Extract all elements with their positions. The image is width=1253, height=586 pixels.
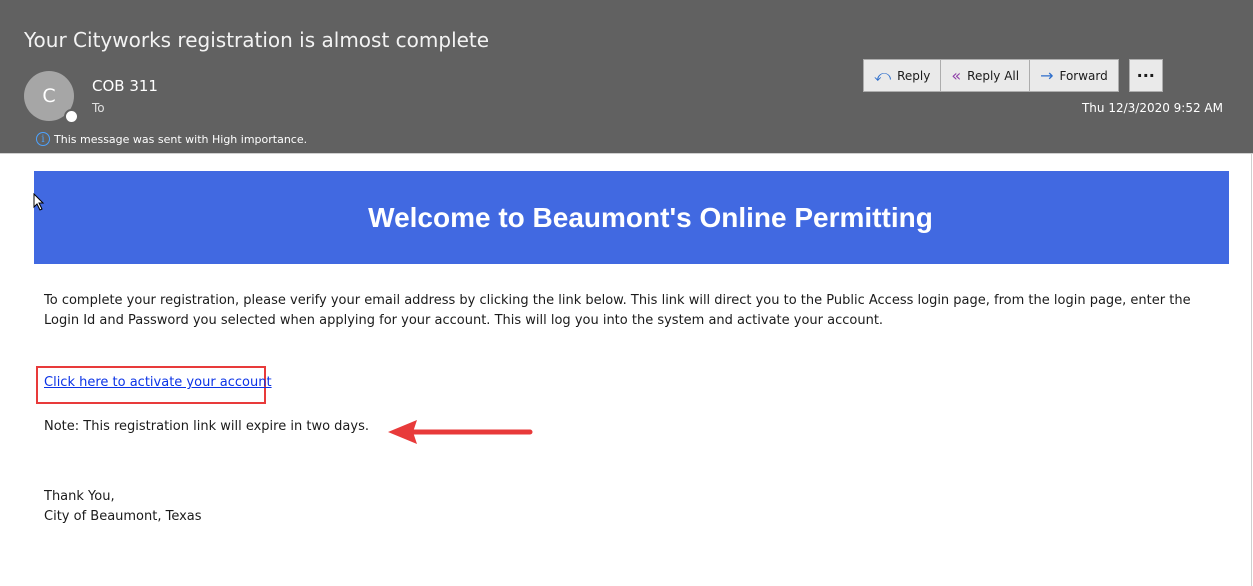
presence-status-icon (64, 109, 79, 124)
importance-notice: i This message was sent with High import… (36, 131, 307, 147)
forward-arrow-icon: → (1040, 65, 1054, 85)
reply-all-label: Reply All (967, 68, 1020, 83)
signoff-line-2: City of Beaumont, Texas (44, 509, 202, 524)
header-divider (0, 153, 1253, 154)
expiry-note: Note: This registration link will expire… (44, 419, 369, 434)
message-actions: ⤺ Reply « Reply All → Forward ··· (863, 59, 1163, 92)
banner-title: Welcome to Beaumont's Online Permitting (368, 201, 933, 233)
pane-edge (1251, 154, 1252, 586)
instructions-text: To complete your registration, please ve… (44, 293, 1191, 328)
to-label: To (92, 101, 105, 115)
reply-all-arrow-icon: « (951, 65, 962, 85)
activate-account-link[interactable]: Click here to activate your account (44, 375, 272, 390)
forward-button[interactable]: → Forward (1030, 59, 1119, 92)
info-icon: i (36, 132, 50, 146)
sent-date: Thu 12/3/2020 9:52 AM (1081, 101, 1223, 115)
welcome-banner: Welcome to Beaumont's Online Permitting (34, 171, 1229, 264)
mouse-cursor-icon (33, 193, 45, 211)
reply-all-button[interactable]: « Reply All (941, 59, 1031, 92)
sender-name[interactable]: COB 311 (92, 77, 158, 95)
signoff-line-1: Thank You, (44, 489, 115, 504)
forward-label: Forward (1059, 68, 1108, 83)
message-header: Your Cityworks registration is almost co… (0, 0, 1253, 153)
reply-label: Reply (897, 68, 931, 83)
importance-text: This message was sent with High importan… (54, 132, 308, 146)
reply-arrow-icon: ⤺ (874, 65, 892, 85)
more-actions-button[interactable]: ··· (1128, 59, 1163, 92)
signoff: Thank You, City of Beaumont, Texas (44, 487, 202, 527)
reply-button[interactable]: ⤺ Reply (863, 59, 942, 92)
email-subject: Your Cityworks registration is almost co… (24, 28, 490, 52)
red-arrow-icon (388, 420, 533, 444)
